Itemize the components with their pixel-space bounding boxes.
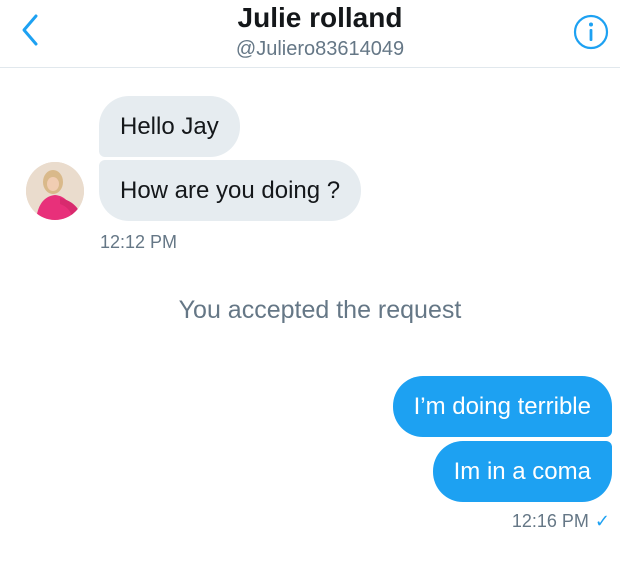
- contact-avatar[interactable]: [26, 162, 84, 220]
- outgoing-status: 12:16 PM ✓: [512, 511, 610, 532]
- avatar-image: [26, 162, 84, 220]
- contact-handle[interactable]: @Juliero83614049: [0, 38, 620, 61]
- incoming-message[interactable]: Hello Jay: [99, 96, 240, 157]
- checkmark-icon: ✓: [594, 511, 610, 531]
- request-accepted-notice: You accepted the request: [178, 296, 462, 324]
- outgoing-timestamp: 12:16 PM: [511, 511, 589, 531]
- contact-name[interactable]: Julie rolland: [0, 2, 620, 34]
- info-button[interactable]: [572, 13, 610, 51]
- incoming-timestamp: 12:12 PM: [100, 232, 178, 252]
- conversation-header: Julie rolland @Juliero83614049: [0, 0, 620, 68]
- incoming-message[interactable]: How are you doing ?: [99, 160, 362, 221]
- outgoing-message[interactable]: Im in a coma: [432, 441, 612, 502]
- outgoing-message[interactable]: I’m doing terrible: [392, 376, 612, 437]
- info-icon: [573, 14, 609, 50]
